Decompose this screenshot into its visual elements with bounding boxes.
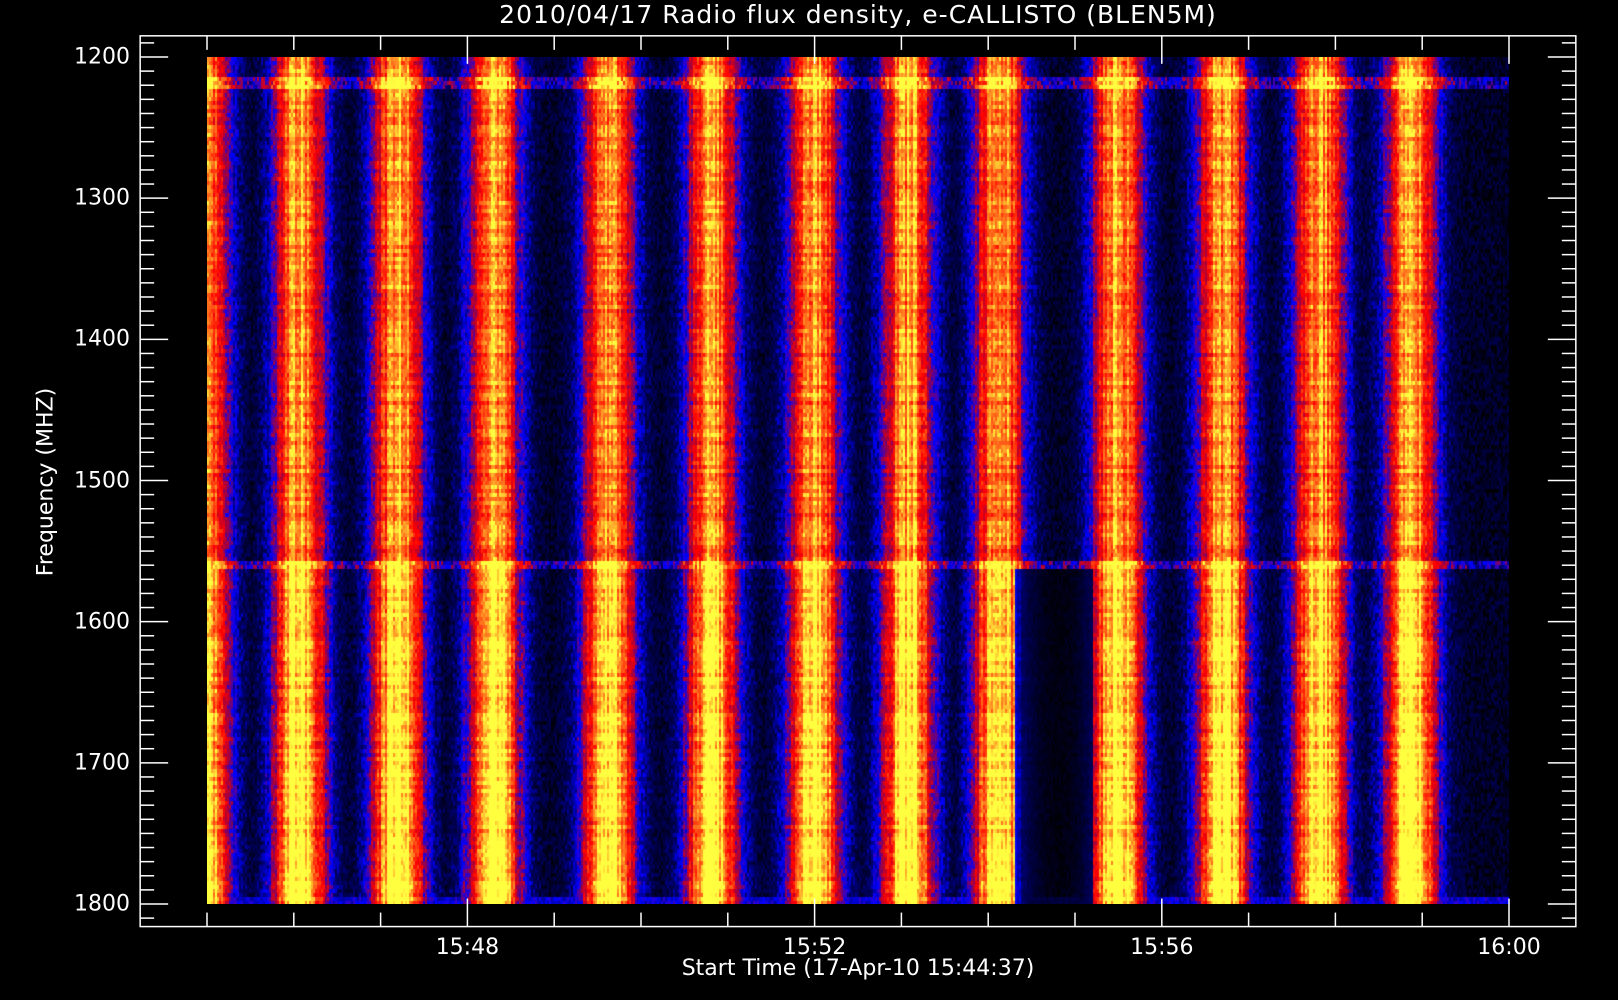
plot-axes bbox=[139, 35, 1577, 928]
y-tick-label: 1400 bbox=[74, 326, 130, 352]
y-tick-label: 1200 bbox=[74, 44, 130, 70]
x-tick-label: 15:48 bbox=[435, 935, 500, 960]
x-tick-label: 15:56 bbox=[1130, 935, 1194, 960]
plot-frame bbox=[139, 35, 1577, 928]
x-tick-label: 16:00 bbox=[1477, 935, 1541, 960]
y-tick-label: 1700 bbox=[74, 750, 130, 776]
y-tick-label: 1800 bbox=[74, 891, 130, 917]
y-tick-label: 1300 bbox=[74, 185, 130, 211]
x-tick-label: 15:52 bbox=[782, 935, 847, 960]
y-tick-label: 1500 bbox=[74, 468, 130, 493]
y-tick-label: 1600 bbox=[74, 609, 130, 635]
